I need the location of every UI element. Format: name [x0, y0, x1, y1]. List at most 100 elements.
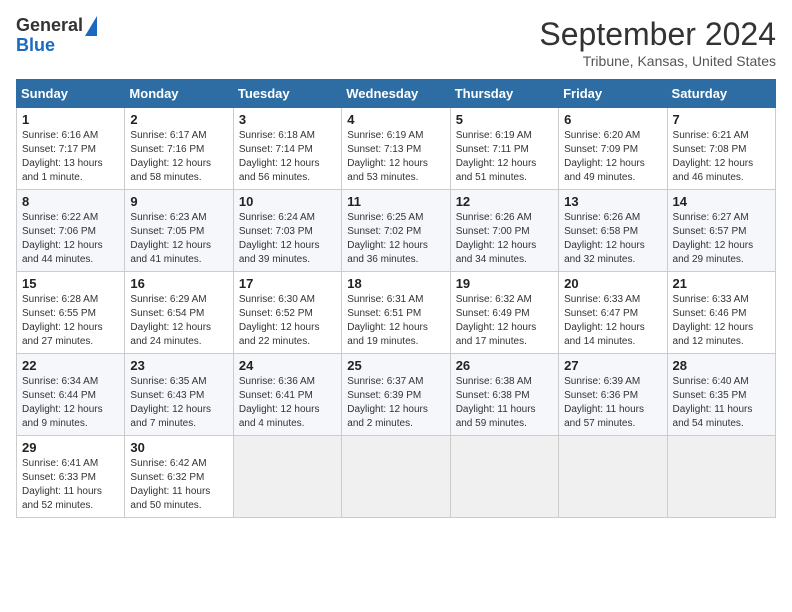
calendar-cell — [233, 436, 341, 518]
day-info: Sunrise: 6:29 AM Sunset: 6:54 PM Dayligh… — [130, 293, 227, 349]
day-number: 3 — [239, 112, 336, 127]
logo-triangle-icon — [85, 16, 97, 36]
day-number: 1 — [22, 112, 119, 127]
day-info: Sunrise: 6:38 AM Sunset: 6:38 PM Dayligh… — [456, 375, 553, 431]
day-info: Sunrise: 6:31 AM Sunset: 6:51 PM Dayligh… — [347, 293, 444, 349]
day-info: Sunrise: 6:26 AM Sunset: 6:58 PM Dayligh… — [564, 211, 661, 267]
day-info: Sunrise: 6:33 AM Sunset: 6:46 PM Dayligh… — [673, 293, 770, 349]
day-info: Sunrise: 6:23 AM Sunset: 7:05 PM Dayligh… — [130, 211, 227, 267]
day-info: Sunrise: 6:36 AM Sunset: 6:41 PM Dayligh… — [239, 375, 336, 431]
day-info: Sunrise: 6:28 AM Sunset: 6:55 PM Dayligh… — [22, 293, 119, 349]
calendar-cell: 15 Sunrise: 6:28 AM Sunset: 6:55 PM Dayli… — [17, 272, 125, 354]
calendar-week-row: 29 Sunrise: 6:41 AM Sunset: 6:33 PM Dayli… — [17, 436, 776, 518]
day-number: 13 — [564, 194, 661, 209]
day-info: Sunrise: 6:32 AM Sunset: 6:49 PM Dayligh… — [456, 293, 553, 349]
day-info: Sunrise: 6:22 AM Sunset: 7:06 PM Dayligh… — [22, 211, 119, 267]
calendar-cell: 18 Sunrise: 6:31 AM Sunset: 6:51 PM Dayli… — [342, 272, 450, 354]
day-number: 15 — [22, 276, 119, 291]
day-info: Sunrise: 6:40 AM Sunset: 6:35 PM Dayligh… — [673, 375, 770, 431]
day-number: 9 — [130, 194, 227, 209]
calendar-cell: 3Sunrise: 6:18 AM Sunset: 7:14 PM Daylig… — [233, 108, 341, 190]
calendar-cell: 8 Sunrise: 6:22 AM Sunset: 7:06 PM Daylig… — [17, 190, 125, 272]
day-number: 16 — [130, 276, 227, 291]
calendar-cell: 10 Sunrise: 6:24 AM Sunset: 7:03 PM Dayli… — [233, 190, 341, 272]
day-of-week-header: Monday — [125, 80, 233, 108]
calendar-cell — [559, 436, 667, 518]
calendar-cell: 13 Sunrise: 6:26 AM Sunset: 6:58 PM Dayli… — [559, 190, 667, 272]
month-title: September 2024 — [539, 16, 776, 53]
day-number: 24 — [239, 358, 336, 373]
calendar-cell: 7 Sunrise: 6:21 AM Sunset: 7:08 PM Daylig… — [667, 108, 775, 190]
day-info: Sunrise: 6:19 AM Sunset: 7:13 PM Dayligh… — [347, 129, 444, 185]
calendar-header-row: SundayMondayTuesdayWednesdayThursdayFrid… — [17, 80, 776, 108]
day-number: 29 — [22, 440, 119, 455]
day-info: Sunrise: 6:30 AM Sunset: 6:52 PM Dayligh… — [239, 293, 336, 349]
day-number: 22 — [22, 358, 119, 373]
title-area: September 2024 Tribune, Kansas, United S… — [539, 16, 776, 69]
day-number: 6 — [564, 112, 661, 127]
calendar-cell: 12Sunrise: 6:26 AM Sunset: 7:00 PM Dayli… — [450, 190, 558, 272]
day-info: Sunrise: 6:42 AM Sunset: 6:32 PM Dayligh… — [130, 457, 227, 513]
day-number: 20 — [564, 276, 661, 291]
day-number: 25 — [347, 358, 444, 373]
day-info: Sunrise: 6:39 AM Sunset: 6:36 PM Dayligh… — [564, 375, 661, 431]
day-number: 18 — [347, 276, 444, 291]
day-number: 8 — [22, 194, 119, 209]
day-info: Sunrise: 6:27 AM Sunset: 6:57 PM Dayligh… — [673, 211, 770, 267]
calendar-cell: 21Sunrise: 6:33 AM Sunset: 6:46 PM Dayli… — [667, 272, 775, 354]
header: General Blue September 2024 Tribune, Kan… — [16, 16, 776, 69]
day-info: Sunrise: 6:21 AM Sunset: 7:08 PM Dayligh… — [673, 129, 770, 185]
day-number: 7 — [673, 112, 770, 127]
day-info: Sunrise: 6:17 AM Sunset: 7:16 PM Dayligh… — [130, 129, 227, 185]
calendar-cell: 19 Sunrise: 6:32 AM Sunset: 6:49 PM Dayli… — [450, 272, 558, 354]
day-number: 17 — [239, 276, 336, 291]
calendar-cell: 27Sunrise: 6:39 AM Sunset: 6:36 PM Dayli… — [559, 354, 667, 436]
calendar-cell: 26 Sunrise: 6:38 AM Sunset: 6:38 PM Dayli… — [450, 354, 558, 436]
day-number: 10 — [239, 194, 336, 209]
day-of-week-header: Thursday — [450, 80, 558, 108]
calendar-cell: 2 Sunrise: 6:17 AM Sunset: 7:16 PM Daylig… — [125, 108, 233, 190]
day-info: Sunrise: 6:37 AM Sunset: 6:39 PM Dayligh… — [347, 375, 444, 431]
day-number: 23 — [130, 358, 227, 373]
calendar-cell: 25 Sunrise: 6:37 AM Sunset: 6:39 PM Dayli… — [342, 354, 450, 436]
day-info: Sunrise: 6:20 AM Sunset: 7:09 PM Dayligh… — [564, 129, 661, 185]
logo-blue: Blue — [16, 35, 55, 55]
day-number: 2 — [130, 112, 227, 127]
day-number: 28 — [673, 358, 770, 373]
calendar-week-row: 8 Sunrise: 6:22 AM Sunset: 7:06 PM Daylig… — [17, 190, 776, 272]
calendar-cell — [342, 436, 450, 518]
day-info: Sunrise: 6:33 AM Sunset: 6:47 PM Dayligh… — [564, 293, 661, 349]
calendar-cell: 1 Sunrise: 6:16 AM Sunset: 7:17 PM Daylig… — [17, 108, 125, 190]
day-info: Sunrise: 6:24 AM Sunset: 7:03 PM Dayligh… — [239, 211, 336, 267]
day-number: 19 — [456, 276, 553, 291]
logo: General Blue — [16, 16, 97, 56]
calendar-week-row: 22 Sunrise: 6:34 AM Sunset: 6:44 PM Dayli… — [17, 354, 776, 436]
calendar-table: SundayMondayTuesdayWednesdayThursdayFrid… — [16, 79, 776, 518]
calendar-cell: 9 Sunrise: 6:23 AM Sunset: 7:05 PM Daylig… — [125, 190, 233, 272]
day-info: Sunrise: 6:19 AM Sunset: 7:11 PM Dayligh… — [456, 129, 553, 185]
calendar-cell — [450, 436, 558, 518]
calendar-week-row: 15 Sunrise: 6:28 AM Sunset: 6:55 PM Dayli… — [17, 272, 776, 354]
day-number: 4 — [347, 112, 444, 127]
calendar-cell: 6 Sunrise: 6:20 AM Sunset: 7:09 PM Daylig… — [559, 108, 667, 190]
calendar-cell: 16 Sunrise: 6:29 AM Sunset: 6:54 PM Dayli… — [125, 272, 233, 354]
calendar-cell: 28 Sunrise: 6:40 AM Sunset: 6:35 PM Dayli… — [667, 354, 775, 436]
calendar-cell: 20 Sunrise: 6:33 AM Sunset: 6:47 PM Dayli… — [559, 272, 667, 354]
day-info: Sunrise: 6:41 AM Sunset: 6:33 PM Dayligh… — [22, 457, 119, 513]
calendar-cell: 29 Sunrise: 6:41 AM Sunset: 6:33 PM Dayli… — [17, 436, 125, 518]
day-info: Sunrise: 6:16 AM Sunset: 7:17 PM Dayligh… — [22, 129, 119, 185]
day-number: 26 — [456, 358, 553, 373]
day-number: 14 — [673, 194, 770, 209]
calendar-cell: 22 Sunrise: 6:34 AM Sunset: 6:44 PM Dayli… — [17, 354, 125, 436]
calendar-cell: 24 Sunrise: 6:36 AM Sunset: 6:41 PM Dayli… — [233, 354, 341, 436]
day-number: 11 — [347, 194, 444, 209]
day-info: Sunrise: 6:25 AM Sunset: 7:02 PM Dayligh… — [347, 211, 444, 267]
day-of-week-header: Friday — [559, 80, 667, 108]
day-of-week-header: Sunday — [17, 80, 125, 108]
calendar-cell: 4 Sunrise: 6:19 AM Sunset: 7:13 PM Daylig… — [342, 108, 450, 190]
calendar-cell: 30Sunrise: 6:42 AM Sunset: 6:32 PM Dayli… — [125, 436, 233, 518]
day-info: Sunrise: 6:34 AM Sunset: 6:44 PM Dayligh… — [22, 375, 119, 431]
logo-general: General — [16, 16, 83, 36]
day-info: Sunrise: 6:35 AM Sunset: 6:43 PM Dayligh… — [130, 375, 227, 431]
calendar-cell: 11 Sunrise: 6:25 AM Sunset: 7:02 PM Dayli… — [342, 190, 450, 272]
